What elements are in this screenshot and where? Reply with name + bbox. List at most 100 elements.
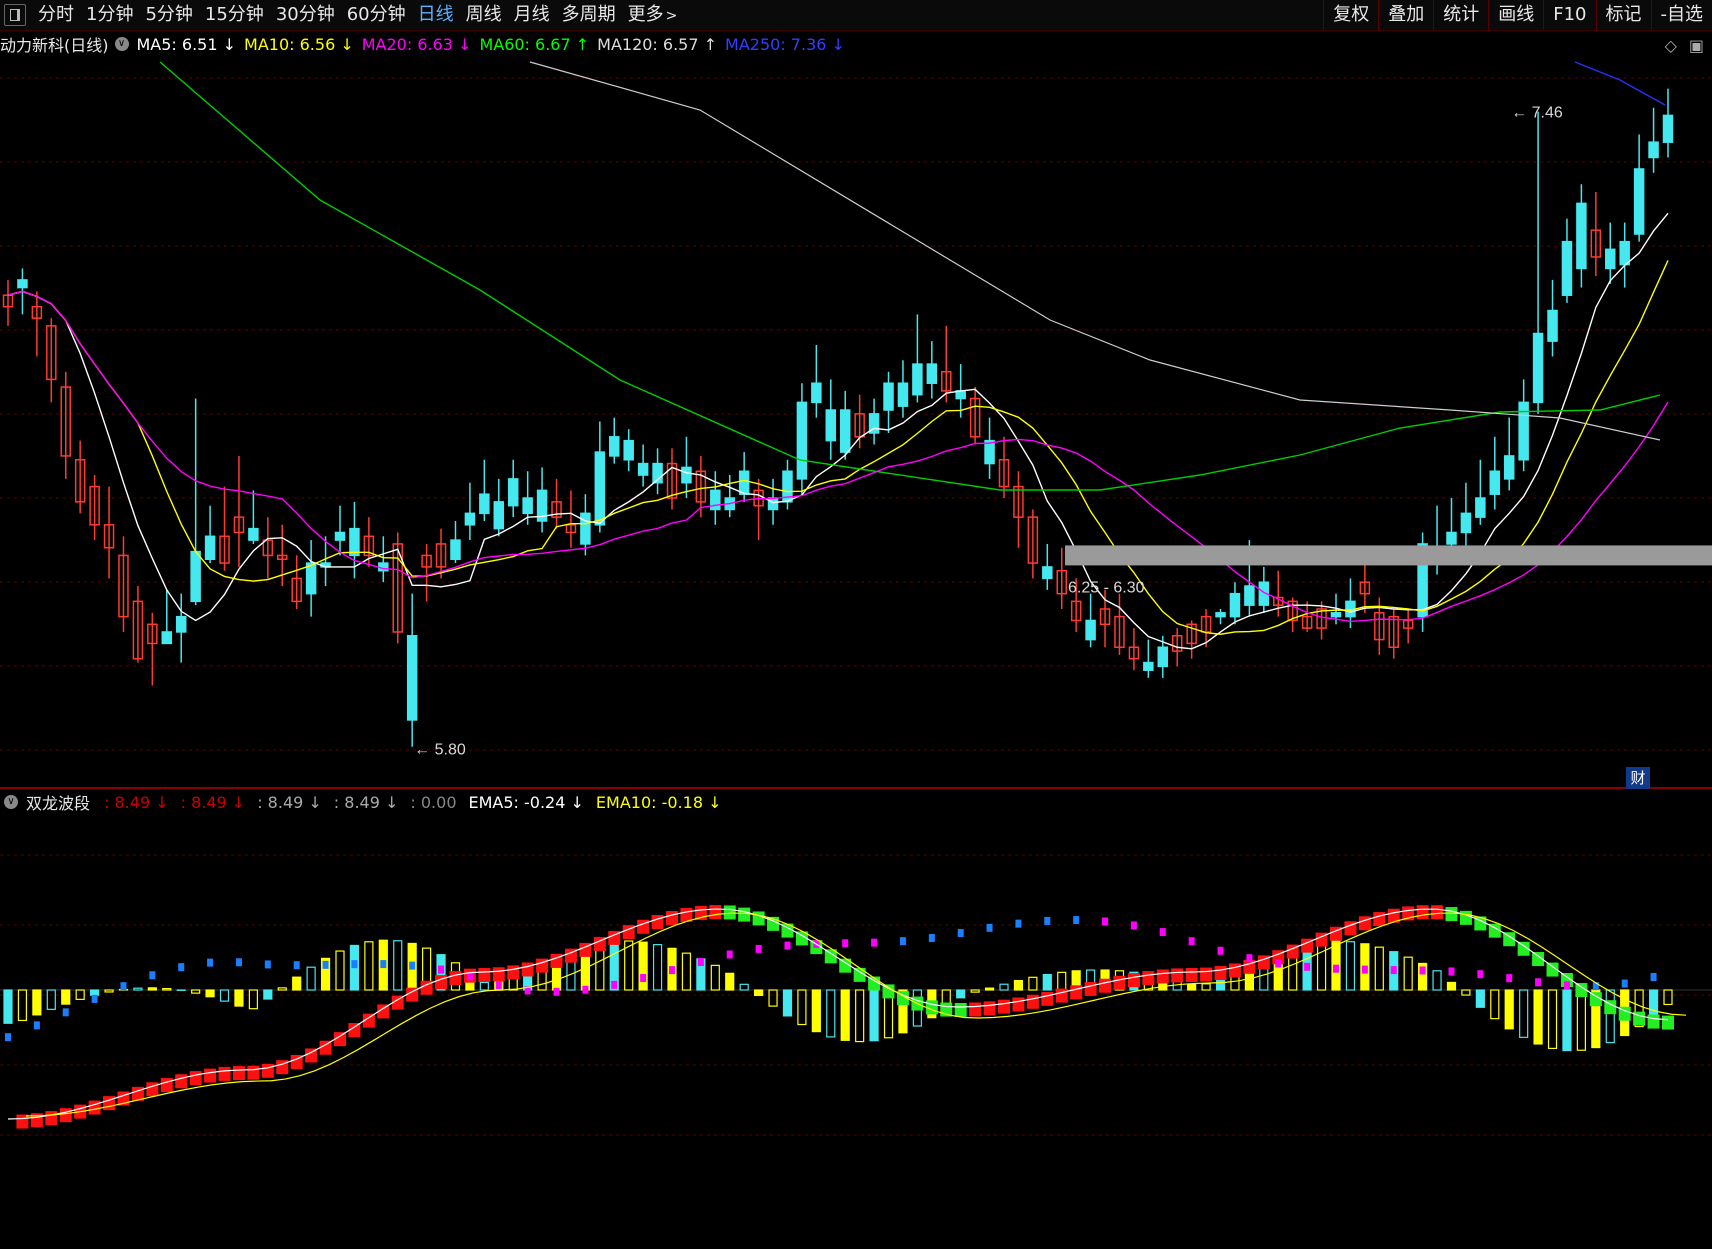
- wave-block: [1373, 912, 1386, 927]
- candle-body: [1576, 202, 1587, 270]
- wave-block: [478, 967, 491, 982]
- wave-block: [218, 1066, 231, 1081]
- kline-chart[interactable]: 6.25 - 6.30 ← 7.46 ← 5.80: [0, 0, 1712, 1249]
- finance-badge[interactable]: 财: [1626, 767, 1650, 789]
- histogram-bar: [162, 987, 172, 991]
- histogram-bar: [364, 941, 374, 991]
- histogram-bar: [782, 989, 793, 1017]
- candle-body: [912, 363, 923, 396]
- wave-block: [1041, 991, 1054, 1006]
- candle-body: [1605, 248, 1616, 270]
- candle-body: [1619, 240, 1630, 266]
- high-label: ← 7.46: [1511, 105, 1563, 122]
- signal-dot: [178, 963, 185, 972]
- candle-body: [1460, 512, 1472, 534]
- signal-dot: [293, 961, 300, 970]
- wave-block: [1156, 969, 1169, 984]
- histogram-bar: [32, 989, 42, 1016]
- wave-block: [1099, 978, 1112, 993]
- histogram-bar: [3, 989, 13, 1024]
- signal-dot: [438, 965, 445, 974]
- histogram-bar: [984, 987, 995, 991]
- wave-block: [146, 1082, 159, 1097]
- wave-block: [261, 1063, 274, 1078]
- histogram-bar: [840, 989, 850, 1041]
- wave-block: [1459, 910, 1472, 925]
- wave-block: [1647, 1014, 1660, 1029]
- signal-dot: [697, 958, 704, 967]
- histogram-bar: [1187, 983, 1197, 991]
- signal-dot: [409, 961, 416, 970]
- candle-body: [17, 279, 28, 289]
- wave-block: [998, 999, 1010, 1014]
- signal-dot: [986, 923, 993, 932]
- wave-block: [1358, 916, 1371, 931]
- ema5-line: [7, 908, 1669, 1120]
- signal-dot: [957, 929, 964, 938]
- histogram-bar: [1374, 946, 1384, 991]
- signal-dot: [1130, 921, 1137, 930]
- signal-dot: [640, 974, 647, 983]
- signal-dot: [1102, 917, 1109, 926]
- candle-body: [1532, 332, 1544, 404]
- signal-dot: [842, 939, 849, 948]
- signal-dot: [207, 958, 214, 967]
- histogram-bar: [681, 952, 692, 991]
- candle-body: [334, 531, 346, 541]
- candle-body: [1475, 497, 1486, 518]
- candle-body: [175, 615, 187, 633]
- ma120-line: [529, 61, 1661, 441]
- candle-body: [738, 470, 750, 495]
- candle-body: [897, 382, 909, 407]
- histogram-bar: [638, 941, 648, 991]
- histogram-bar: [725, 972, 735, 991]
- histogram-bar: [754, 989, 764, 997]
- candle-body: [767, 497, 779, 511]
- histogram-bar: [1519, 989, 1529, 1038]
- wave-block: [16, 1114, 29, 1129]
- candle-body: [1330, 612, 1342, 618]
- histogram-bar: [335, 950, 345, 991]
- signal-dot: [380, 960, 387, 969]
- signal-dot: [1333, 964, 1339, 973]
- candle-body: [796, 401, 808, 480]
- histogram-bar: [855, 989, 865, 1043]
- histogram-bar: [1576, 989, 1586, 1051]
- wave-block: [983, 1001, 996, 1016]
- ma250-line: [1574, 61, 1666, 106]
- candle-body: [710, 489, 721, 511]
- histogram-bar: [147, 987, 157, 991]
- candle-body: [190, 550, 201, 603]
- wave-block: [1070, 985, 1083, 1000]
- histogram-bar: [1042, 973, 1052, 991]
- signal-dot: [351, 960, 358, 969]
- histogram-bar: [1028, 976, 1038, 991]
- signal-dot: [899, 937, 906, 946]
- histogram-bar: [479, 981, 489, 991]
- signal-dot: [322, 960, 329, 969]
- wave-block: [1012, 997, 1025, 1012]
- signal-dot: [264, 960, 271, 969]
- signal-dot: [1304, 962, 1311, 971]
- histogram-bar: [1663, 989, 1673, 1006]
- low-label: ← 5.80: [414, 742, 466, 759]
- candle-body: [580, 512, 591, 545]
- candle-body: [1648, 141, 1659, 159]
- wave-block: [1055, 988, 1068, 1003]
- candle-body: [378, 562, 389, 572]
- histogram-bar: [61, 989, 71, 1005]
- candle-body: [1662, 114, 1674, 143]
- signal-dot: [1073, 916, 1080, 925]
- histogram-bar: [1446, 981, 1457, 991]
- wave-block: [709, 905, 722, 920]
- histogram-bar: [970, 989, 980, 993]
- signal-dot: [1246, 954, 1253, 963]
- wave-block: [521, 962, 534, 977]
- signal-dot: [1217, 946, 1224, 955]
- signal-dot: [1448, 967, 1455, 976]
- histogram-bar: [1461, 989, 1471, 996]
- candle-body: [1157, 646, 1169, 668]
- wave-block: [175, 1074, 188, 1089]
- candle-body: [623, 439, 634, 461]
- wave-block: [1142, 971, 1155, 986]
